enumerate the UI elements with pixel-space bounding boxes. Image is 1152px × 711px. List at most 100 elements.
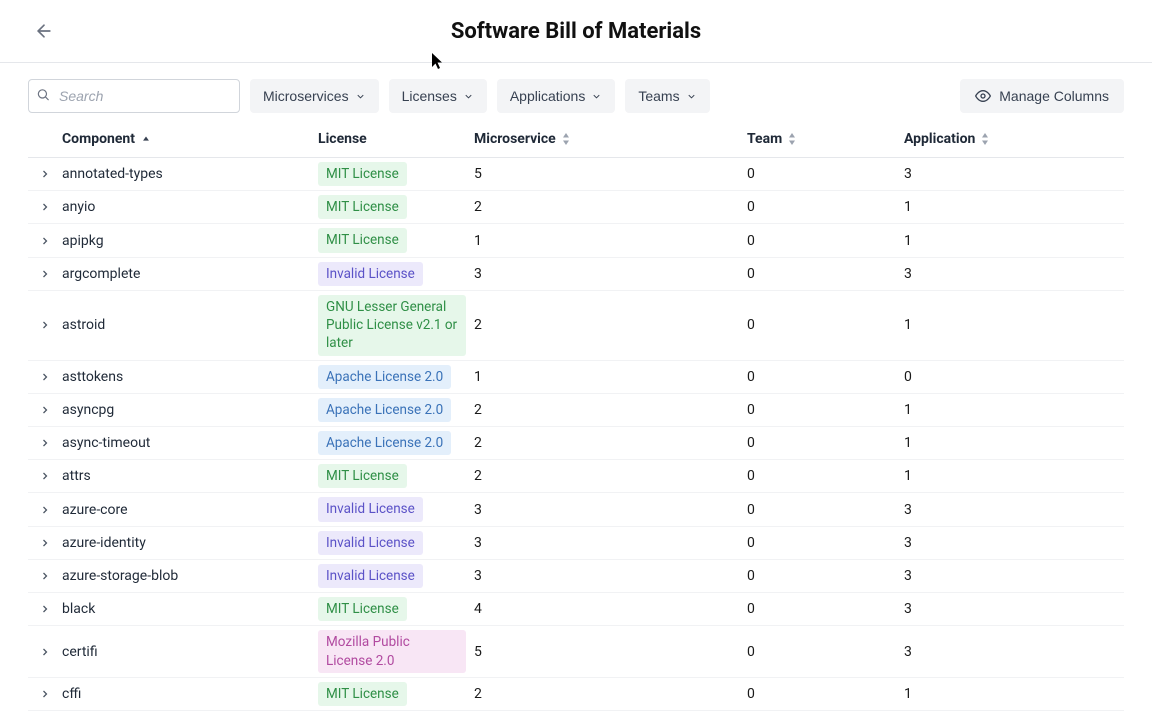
filter-microservices[interactable]: Microservices (250, 79, 379, 113)
col-label: Team (747, 131, 782, 147)
license-cell: Invalid License (318, 531, 474, 555)
expand-cell (28, 433, 62, 453)
microservice-cell: 2 (474, 468, 747, 484)
expand-button[interactable] (35, 231, 55, 251)
table-body: annotated-typesMIT License503anyioMIT Li… (28, 158, 1124, 711)
col-component[interactable]: Component (62, 131, 318, 147)
chevron-right-icon (39, 437, 51, 449)
license-cell: MIT License (318, 195, 474, 219)
expand-button[interactable] (35, 599, 55, 619)
expand-button[interactable] (35, 367, 55, 387)
component-cell: cffi (62, 686, 318, 702)
license-badge: Apache License 2.0 (318, 431, 451, 455)
team-cell: 0 (747, 317, 904, 333)
col-license[interactable]: License (318, 131, 474, 147)
chevron-right-icon (39, 470, 51, 482)
filter-label: Licenses (402, 88, 457, 104)
application-cell: 3 (904, 166, 1124, 182)
expand-button[interactable] (35, 533, 55, 553)
component-cell: azure-core (62, 502, 318, 518)
chevron-right-icon (39, 537, 51, 549)
team-cell: 0 (747, 568, 904, 584)
license-badge: Invalid License (318, 262, 423, 286)
filter-licenses[interactable]: Licenses (389, 79, 487, 113)
expand-button[interactable] (35, 684, 55, 704)
microservice-cell: 2 (474, 435, 747, 451)
filter-teams[interactable]: Teams (625, 79, 709, 113)
expand-cell (28, 197, 62, 217)
expand-button[interactable] (35, 400, 55, 420)
expand-button[interactable] (35, 433, 55, 453)
page-header: Software Bill of Materials (0, 0, 1152, 63)
chevron-right-icon (39, 688, 51, 700)
team-cell: 0 (747, 535, 904, 551)
manage-columns-button[interactable]: Manage Columns (960, 79, 1124, 113)
table-row: asyncpgApache License 2.0201 (28, 394, 1124, 427)
license-badge: Apache License 2.0 (318, 365, 451, 389)
team-cell: 0 (747, 435, 904, 451)
expand-button[interactable] (35, 566, 55, 586)
col-microservice[interactable]: Microservice (474, 131, 747, 147)
license-badge: MIT License (318, 162, 407, 186)
table-row: apipkgMIT License101 (28, 224, 1124, 257)
microservice-cell: 3 (474, 502, 747, 518)
license-badge: Invalid License (318, 564, 423, 588)
manage-columns-label: Manage Columns (999, 88, 1109, 104)
chevron-right-icon (39, 646, 51, 658)
chevron-right-icon (39, 404, 51, 416)
expand-button[interactable] (35, 466, 55, 486)
col-expand (28, 131, 62, 147)
chevron-down-icon (591, 91, 602, 102)
team-cell: 0 (747, 369, 904, 385)
microservice-cell: 1 (474, 233, 747, 249)
license-cell: Mozilla Public License 2.0 (318, 630, 474, 672)
col-label: License (318, 131, 367, 147)
application-cell: 1 (904, 199, 1124, 215)
license-badge: MIT License (318, 464, 407, 488)
microservice-cell: 2 (474, 199, 747, 215)
expand-button[interactable] (35, 197, 55, 217)
microservice-cell: 2 (474, 402, 747, 418)
license-cell: Apache License 2.0 (318, 398, 474, 422)
expand-cell (28, 164, 62, 184)
license-badge: Apache License 2.0 (318, 398, 451, 422)
search-wrapper (28, 79, 240, 113)
license-cell: MIT License (318, 682, 474, 706)
team-cell: 0 (747, 266, 904, 282)
table-row: astroidGNU Lesser General Public License… (28, 291, 1124, 361)
table-row: certifiMozilla Public License 2.0503 (28, 626, 1124, 677)
microservice-cell: 2 (474, 686, 747, 702)
col-team[interactable]: Team (747, 131, 904, 147)
component-cell: apipkg (62, 233, 318, 249)
microservice-cell: 1 (474, 369, 747, 385)
license-cell: MIT License (318, 228, 474, 252)
sort-icon (788, 133, 796, 145)
search-input[interactable] (28, 79, 240, 113)
table-row: annotated-typesMIT License503 (28, 158, 1124, 191)
application-cell: 1 (904, 402, 1124, 418)
team-cell: 0 (747, 233, 904, 249)
sort-icon (562, 133, 570, 145)
component-cell: annotated-types (62, 166, 318, 182)
microservice-cell: 2 (474, 317, 747, 333)
component-cell: attrs (62, 468, 318, 484)
expand-button[interactable] (35, 642, 55, 662)
col-application[interactable]: Application (904, 131, 1124, 147)
table-row: anyioMIT License201 (28, 191, 1124, 224)
microservice-cell: 5 (474, 166, 747, 182)
sort-asc-icon (141, 134, 151, 144)
chevron-down-icon (686, 91, 697, 102)
expand-button[interactable] (35, 315, 55, 335)
back-button[interactable] (30, 17, 58, 45)
table-row: blackMIT License403 (28, 593, 1124, 626)
expand-cell (28, 599, 62, 619)
table-row: cffiMIT License201 (28, 678, 1124, 711)
expand-button[interactable] (35, 500, 55, 520)
chevron-down-icon (355, 91, 366, 102)
filter-label: Teams (638, 88, 679, 104)
chevron-right-icon (39, 168, 51, 180)
filter-applications[interactable]: Applications (497, 79, 616, 113)
expand-button[interactable] (35, 164, 55, 184)
license-cell: Apache License 2.0 (318, 431, 474, 455)
expand-button[interactable] (35, 264, 55, 284)
